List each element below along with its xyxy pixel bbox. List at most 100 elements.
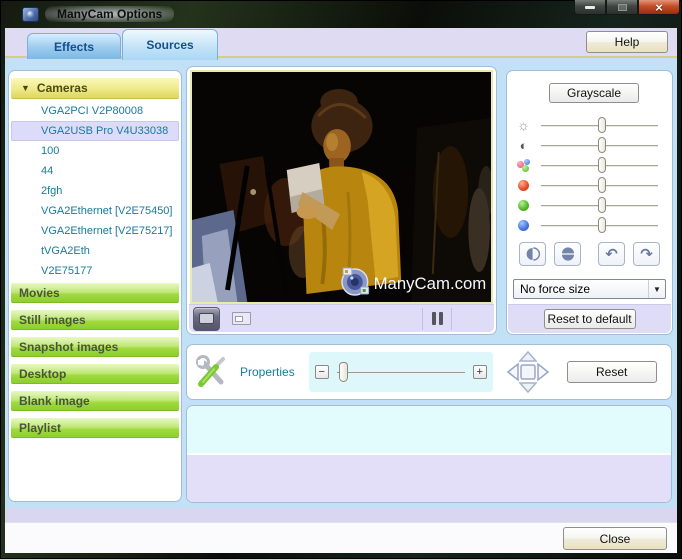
brightness-slider[interactable]	[541, 117, 658, 133]
fullscreen-icon	[199, 313, 214, 324]
zoom-strip: − +	[308, 352, 493, 392]
zoom-slider-thumb[interactable]	[339, 362, 349, 382]
force-size-value: No force size	[520, 282, 591, 296]
tools-icon	[196, 355, 225, 387]
colors-slider[interactable]	[541, 157, 658, 173]
pip-icon	[232, 312, 251, 325]
app-icon	[22, 6, 39, 22]
category-playlist[interactable]: Playlist	[11, 418, 179, 438]
camera-item[interactable]: V2E75177	[11, 261, 179, 281]
red-slider[interactable]	[541, 177, 658, 193]
dropdown-arrow-icon: ▼	[648, 280, 665, 298]
blue-slider[interactable]	[541, 217, 658, 233]
video-content: ManyCam.com	[192, 72, 491, 302]
camera-item[interactable]: 100	[11, 141, 179, 161]
rotate-left-button[interactable]: ↶	[598, 242, 625, 266]
flip-horizontal-icon	[526, 247, 540, 261]
adjustments-panel: Grayscale ☼ ◐ ↶ ↷ No force size ▼ Reset …	[506, 70, 673, 335]
minimize-icon	[585, 5, 595, 9]
pause-icon	[438, 312, 443, 325]
force-size-dropdown[interactable]: No force size ▼	[513, 279, 666, 299]
rgb-icon	[515, 158, 532, 172]
footer-lavender-strip	[5, 508, 677, 522]
reset-to-default-button[interactable]: Reset to default	[543, 309, 636, 329]
flip-horizontal-button[interactable]	[519, 242, 546, 266]
minus-icon: −	[318, 365, 325, 378]
window-title: ManyCam Options	[45, 6, 175, 22]
titlebar: ManyCam Options ×	[0, 0, 682, 28]
rotate-right-button[interactable]: ↷	[633, 242, 660, 266]
contrast-icon: ◐	[519, 137, 528, 153]
grayscale-button[interactable]: Grayscale	[549, 83, 639, 103]
rotate-right-icon: ↷	[640, 246, 653, 263]
dpad-up-icon	[518, 350, 538, 362]
cameras-header-label: Cameras	[36, 81, 88, 95]
preview-toolbar	[189, 304, 494, 332]
camera-item[interactable]: VGA2Ethernet [V2E75450]	[11, 201, 179, 221]
pan-dpad[interactable]	[499, 348, 557, 396]
contrast-slider-row: ◐	[507, 135, 672, 155]
category-snapshot-images[interactable]: Snapshot images	[11, 337, 179, 357]
color-sliders: ☼ ◐	[507, 115, 672, 235]
close-window-button[interactable]: ×	[638, 0, 680, 15]
category-desktop[interactable]: Desktop	[11, 364, 179, 384]
minimize-button[interactable]	[574, 0, 606, 15]
camera-item[interactable]: tVGA2Eth	[11, 241, 179, 261]
plus-icon: +	[476, 365, 483, 378]
brightness-slider-row: ☼	[507, 115, 672, 135]
category-still-images[interactable]: Still images	[11, 310, 179, 330]
window-controls: ×	[574, 0, 680, 15]
divider	[451, 307, 452, 330]
tab-sources[interactable]: Sources	[122, 29, 218, 60]
manycam-options-window: ManyCam Options × Effects Sources Help ▼…	[0, 0, 682, 559]
properties-label: Properties	[240, 365, 295, 379]
tab-effects[interactable]: Effects	[27, 33, 121, 59]
help-button[interactable]: Help	[586, 31, 668, 53]
green-slider-row	[507, 195, 672, 215]
green-slider[interactable]	[541, 197, 658, 213]
category-movies[interactable]: Movies	[11, 283, 179, 303]
camera-item[interactable]: VGA2PCI V2P80008	[11, 101, 179, 121]
colors-slider-row	[507, 155, 672, 175]
chevron-down-icon: ▼	[21, 82, 30, 93]
dpad-right-icon	[536, 362, 549, 382]
properties-panel: Properties − + Reset	[186, 344, 672, 400]
red-channel-icon	[515, 179, 532, 191]
blue-channel-icon	[515, 219, 532, 231]
rotate-left-icon: ↶	[605, 246, 618, 263]
camera-item[interactable]: VGA2USB Pro V4U33038	[11, 121, 179, 141]
source-options-bottom	[187, 455, 671, 502]
video-preview: ManyCam.com	[190, 70, 493, 304]
pause-icon	[431, 312, 436, 325]
sources-sidebar: ▼ Cameras VGA2PCI V2P80008 VGA2USB Pro V…	[8, 70, 182, 502]
dpad-down-icon	[518, 382, 538, 394]
zoom-in-button[interactable]: +	[472, 365, 487, 379]
red-slider-row	[507, 175, 672, 195]
zoom-slider[interactable]	[336, 362, 465, 382]
brightness-icon: ☼	[517, 117, 530, 133]
dpad-left-icon	[506, 362, 519, 382]
camera-item[interactable]: 44	[11, 161, 179, 181]
zoom-out-button[interactable]: −	[314, 365, 329, 379]
fullscreen-view-button[interactable]	[193, 306, 220, 331]
contrast-slider[interactable]	[541, 137, 658, 153]
preview-panel: ManyCam.com	[186, 66, 497, 335]
cameras-header[interactable]: ▼ Cameras	[11, 78, 179, 99]
source-options-top	[187, 406, 671, 455]
flip-vertical-icon	[561, 247, 574, 261]
close-button[interactable]: Close	[563, 527, 667, 550]
reset-button[interactable]: Reset	[566, 361, 657, 383]
blue-slider-row	[507, 215, 672, 235]
adjustments-footer: Reset to default	[508, 304, 671, 333]
close-icon: ×	[655, 0, 663, 15]
camera-item[interactable]: VGA2Ethernet [V2E75217]	[11, 221, 179, 241]
pause-button[interactable]	[423, 307, 451, 331]
source-options-panel	[186, 405, 672, 503]
pip-view-button[interactable]	[228, 308, 255, 330]
camera-item[interactable]: 2fgh	[11, 181, 179, 201]
category-blank-image[interactable]: Blank image	[11, 391, 179, 411]
flip-vertical-button[interactable]	[554, 242, 581, 266]
transform-buttons: ↶ ↷	[507, 242, 672, 266]
maximize-button	[606, 0, 638, 15]
maximize-icon	[617, 3, 627, 11]
